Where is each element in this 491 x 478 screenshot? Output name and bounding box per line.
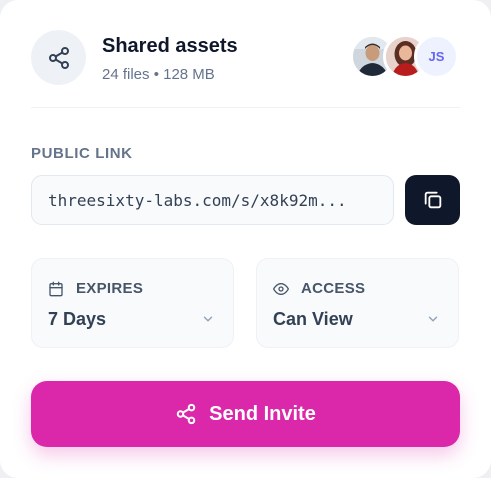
expires-label: EXPIRES (76, 280, 144, 297)
expires-label-row: EXPIRES (48, 280, 143, 297)
access-value: Can View (273, 309, 353, 329)
avatar-initials-text: JS (428, 49, 445, 64)
copy-icon (424, 191, 441, 209)
expires-value: 7 Days (48, 309, 107, 329)
access-select[interactable]: ACCESS Can View (256, 258, 459, 348)
share-icon (48, 46, 69, 69)
calendar-icon (49, 281, 63, 296)
send-invite-label: Send Invite (209, 402, 316, 425)
file-summary: 24 files • 128 MB (102, 66, 215, 83)
chevron-down-icon (203, 316, 213, 322)
page-title: Shared assets (102, 35, 238, 57)
share-card: Shared assets 24 files • 128 MB JS PUBLI… (0, 0, 491, 478)
copy-link-button[interactable] (405, 175, 460, 225)
avatar-initials[interactable]: JS (414, 34, 459, 79)
send-invite-button[interactable]: Send Invite (31, 381, 460, 447)
chevron-down-icon (428, 316, 438, 322)
public-link-field[interactable]: threesixty-labs.com/s/x8k92m... (31, 175, 394, 225)
public-link-label: PUBLIC LINK (31, 145, 133, 162)
public-link-value: threesixty-labs.com/s/x8k92m... (48, 190, 347, 210)
access-label-row: ACCESS (273, 280, 365, 297)
share-icon-badge (31, 30, 86, 85)
share-icon (176, 403, 196, 425)
eye-icon (273, 282, 289, 295)
access-label: ACCESS (301, 280, 366, 297)
header-divider (31, 107, 460, 108)
expires-select[interactable]: EXPIRES 7 Days (31, 258, 234, 348)
